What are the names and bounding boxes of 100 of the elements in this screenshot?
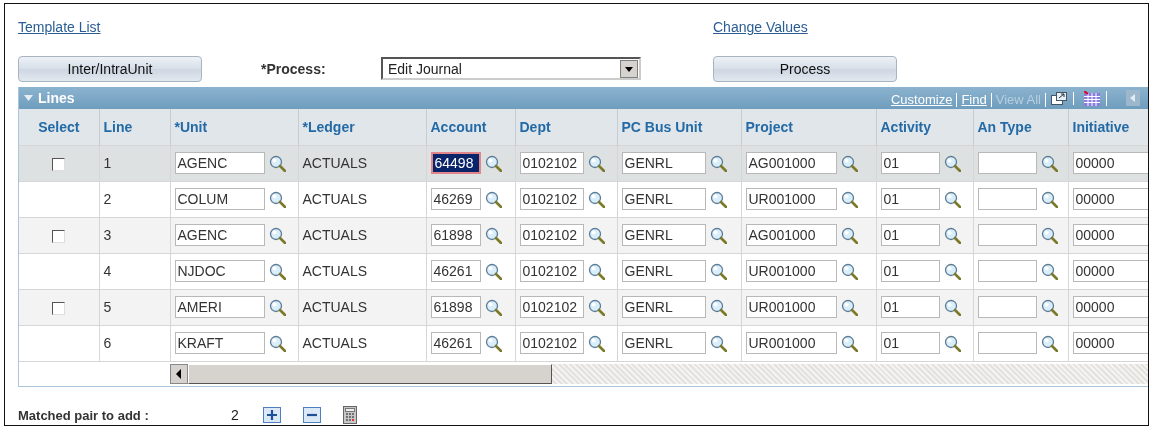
input-field[interactable]: 0102102 xyxy=(519,296,584,318)
search-icon[interactable] xyxy=(587,334,605,352)
table-row[interactable]: 3 AGENC ACTUALS 61898 0102102 GENRL AG001000 01 00000 xyxy=(19,217,1148,253)
input-field[interactable]: 64498 xyxy=(430,152,481,174)
search-icon[interactable] xyxy=(587,154,605,172)
input-field[interactable]: 00000 xyxy=(1072,296,1148,318)
inter-intraunit-button[interactable]: Inter/IntraUnit xyxy=(18,55,202,82)
search-icon[interactable] xyxy=(840,334,858,352)
input-field[interactable] xyxy=(977,296,1037,318)
search-icon[interactable] xyxy=(840,262,858,280)
search-icon[interactable] xyxy=(943,226,961,244)
table-row[interactable]: 6 KRAFT ACTUALS 46261 0102102 GENRL UR001000 01 00000 xyxy=(19,325,1148,361)
search-icon[interactable] xyxy=(709,334,727,352)
search-icon[interactable] xyxy=(1040,262,1058,280)
horizontal-scrollbar[interactable] xyxy=(170,363,1148,384)
input-field[interactable]: AG001000 xyxy=(745,152,837,174)
search-icon[interactable] xyxy=(484,298,502,316)
search-icon[interactable] xyxy=(709,262,727,280)
search-icon[interactable] xyxy=(268,190,286,208)
search-icon[interactable] xyxy=(587,226,605,244)
input-field[interactable]: UR001000 xyxy=(745,332,837,354)
search-icon[interactable] xyxy=(709,226,727,244)
input-field[interactable]: 01 xyxy=(880,260,940,282)
search-icon[interactable] xyxy=(709,190,727,208)
search-icon[interactable] xyxy=(943,298,961,316)
input-field[interactable]: 00000 xyxy=(1072,152,1148,174)
column-header[interactable]: PC Bus Unit xyxy=(617,109,741,145)
search-icon[interactable] xyxy=(1040,298,1058,316)
input-field[interactable] xyxy=(977,224,1037,246)
search-icon[interactable] xyxy=(268,226,286,244)
input-field[interactable]: 0102102 xyxy=(519,224,584,246)
search-icon[interactable] xyxy=(587,298,605,316)
input-field[interactable]: 00000 xyxy=(1072,188,1148,210)
search-icon[interactable] xyxy=(1040,226,1058,244)
column-header[interactable]: *Ledger xyxy=(298,109,426,145)
input-field[interactable]: COLUM xyxy=(174,188,265,210)
input-field[interactable]: 61898 xyxy=(430,224,481,246)
input-field[interactable]: 01 xyxy=(880,152,940,174)
search-icon[interactable] xyxy=(587,262,605,280)
input-field[interactable]: UR001000 xyxy=(745,296,837,318)
search-icon[interactable] xyxy=(1040,154,1058,172)
search-icon[interactable] xyxy=(943,154,961,172)
input-field[interactable]: 00000 xyxy=(1072,260,1148,282)
search-icon[interactable] xyxy=(840,298,858,316)
input-field[interactable]: 01 xyxy=(880,332,940,354)
input-field[interactable]: 01 xyxy=(880,188,940,210)
search-icon[interactable] xyxy=(484,262,502,280)
input-field[interactable]: GENRL xyxy=(621,152,706,174)
input-field[interactable]: GENRL xyxy=(621,224,706,246)
input-field[interactable]: 0102102 xyxy=(519,260,584,282)
input-field[interactable]: NJDOC xyxy=(174,260,265,282)
input-field[interactable]: UR001000 xyxy=(745,260,837,282)
input-field[interactable]: AGENC xyxy=(174,224,265,246)
search-icon[interactable] xyxy=(484,334,502,352)
table-row[interactable]: 2 COLUM ACTUALS 46269 0102102 GENRL UR001000 01 00000 xyxy=(19,181,1148,217)
column-header[interactable]: Line xyxy=(99,109,170,145)
input-field[interactable]: 00000 xyxy=(1072,224,1148,246)
search-icon[interactable] xyxy=(1040,334,1058,352)
input-field[interactable] xyxy=(977,260,1037,282)
input-field[interactable]: 01 xyxy=(880,224,940,246)
process-button[interactable]: Process xyxy=(713,55,897,82)
remove-icon[interactable] xyxy=(302,407,321,423)
column-header[interactable]: Activity xyxy=(876,109,973,145)
column-header[interactable]: Account xyxy=(426,109,515,145)
collapse-triangle-icon[interactable] xyxy=(23,93,34,103)
page-link[interactable]: Template List xyxy=(18,19,101,35)
column-header[interactable]: Project xyxy=(741,109,876,145)
input-field[interactable]: 00000 xyxy=(1072,332,1148,354)
input-field[interactable]: GENRL xyxy=(621,332,706,354)
checkbox[interactable] xyxy=(52,157,66,171)
column-header[interactable]: An Type xyxy=(973,109,1068,145)
input-field[interactable]: 46261 xyxy=(430,332,481,354)
search-icon[interactable] xyxy=(943,262,961,280)
column-header[interactable]: Select xyxy=(19,109,99,145)
table-row[interactable]: 4 NJDOC ACTUALS 46261 0102102 GENRL UR001000 01 00000 xyxy=(19,253,1148,289)
input-field[interactable]: 0102102 xyxy=(519,188,584,210)
search-icon[interactable] xyxy=(268,298,286,316)
search-icon[interactable] xyxy=(840,154,858,172)
input-field[interactable]: GENRL xyxy=(621,260,706,282)
grid-icon[interactable] xyxy=(1084,90,1107,106)
search-icon[interactable] xyxy=(587,190,605,208)
process-dropdown[interactable]: Edit Journal xyxy=(381,57,641,80)
calculator-icon[interactable] xyxy=(342,406,357,424)
scroll-thumb[interactable] xyxy=(188,363,552,384)
input-field[interactable]: 01 xyxy=(880,296,940,318)
search-icon[interactable] xyxy=(943,334,961,352)
checkbox[interactable] xyxy=(52,301,66,315)
new-window-icon[interactable] xyxy=(1051,91,1074,105)
input-field[interactable] xyxy=(977,188,1037,210)
search-icon[interactable] xyxy=(709,298,727,316)
input-field[interactable] xyxy=(977,152,1037,174)
search-icon[interactable] xyxy=(1040,190,1058,208)
input-field[interactable]: 0102102 xyxy=(519,332,584,354)
input-field[interactable]: GENRL xyxy=(621,188,706,210)
search-icon[interactable] xyxy=(268,334,286,352)
search-icon[interactable] xyxy=(840,226,858,244)
search-icon[interactable] xyxy=(484,190,502,208)
column-header[interactable]: *Unit xyxy=(170,109,298,145)
column-header[interactable]: Dept xyxy=(515,109,617,145)
search-icon[interactable] xyxy=(943,190,961,208)
